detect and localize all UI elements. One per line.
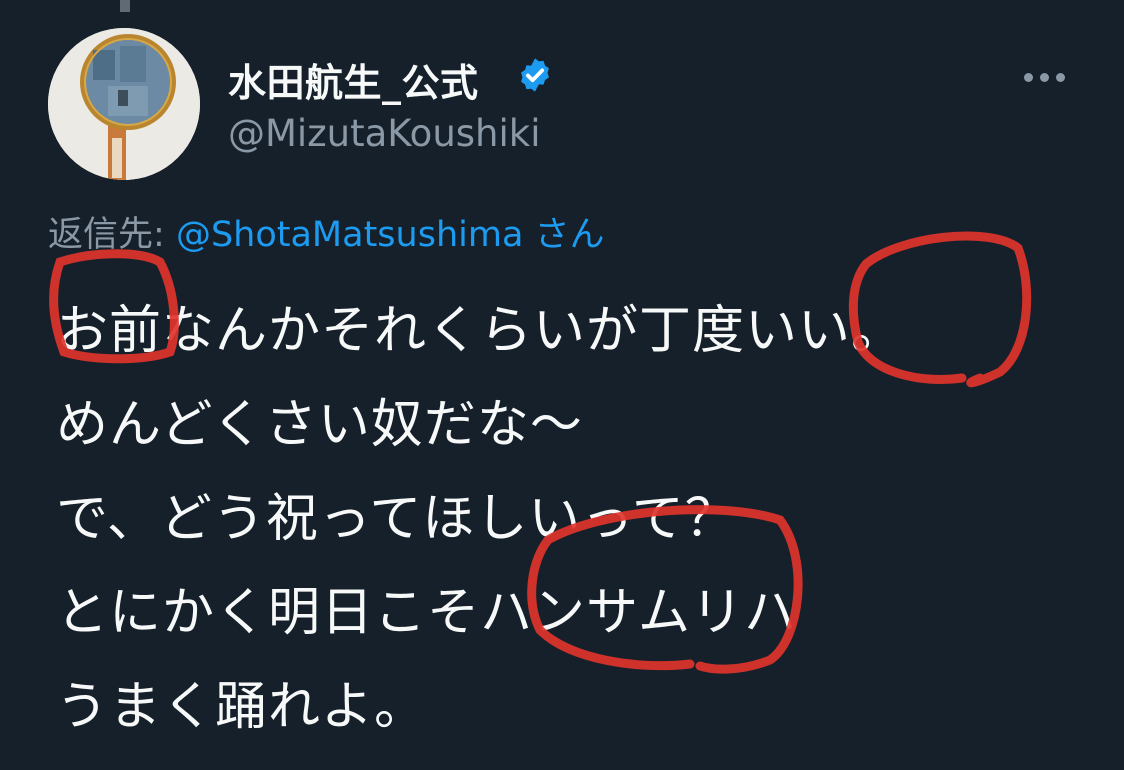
reply-prefix: 返信先: [48,215,165,255]
tweet-text-line: で、どう祝ってほしいって？ [56,489,738,549]
display-name[interactable]: 水田航生_公式 [228,52,479,107]
reply-context: 返信先: @ShotaMatsushima さん [48,206,605,257]
user-handle[interactable]: @MizutaKoushiki [228,112,540,155]
more-dot [1056,72,1065,82]
tweet-text-line: めんどくさい奴だな〜 [56,395,583,455]
tweet-text-line: お前なんかそれくらいが丁度いい。 [56,301,905,361]
more-options-icon[interactable] [1024,62,1076,92]
reply-mention-link[interactable]: @ShotaMatsushima [176,215,523,255]
more-dot [1024,72,1033,82]
verified-badge-icon [521,58,549,92]
reply-suffix: さん [534,215,605,255]
more-dot [1040,72,1049,82]
avatar[interactable] [48,28,200,180]
tweet-text-line: うまく踊れよ。 [56,677,428,737]
tweet-text-line: とにかく明日こそハンサムリハ [56,583,797,643]
top-edge-fragment [120,0,130,12]
